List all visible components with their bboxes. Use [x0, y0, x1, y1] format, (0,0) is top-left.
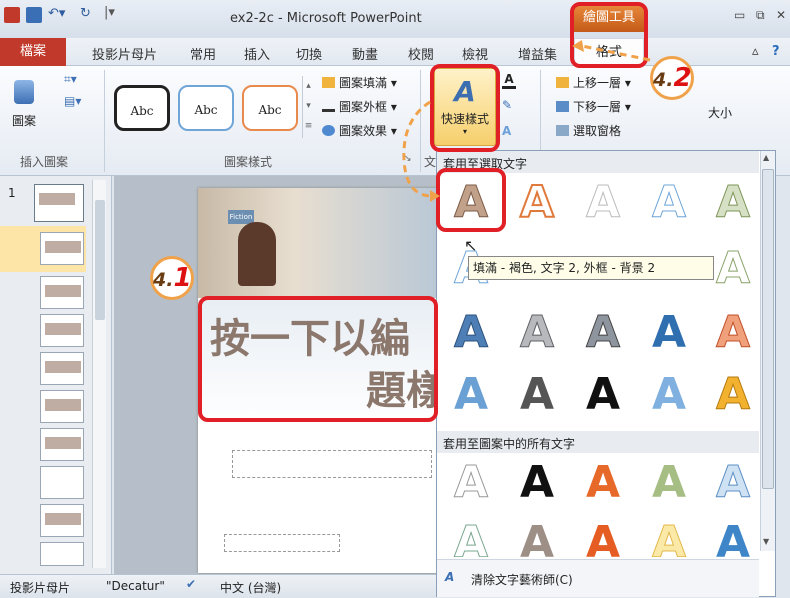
- powerpoint-window: ↶▾ ↻ |▾ ex2-2c - Microsoft PowerPoint 繪圖…: [0, 0, 790, 598]
- annotation-arrows: [402, 40, 651, 202]
